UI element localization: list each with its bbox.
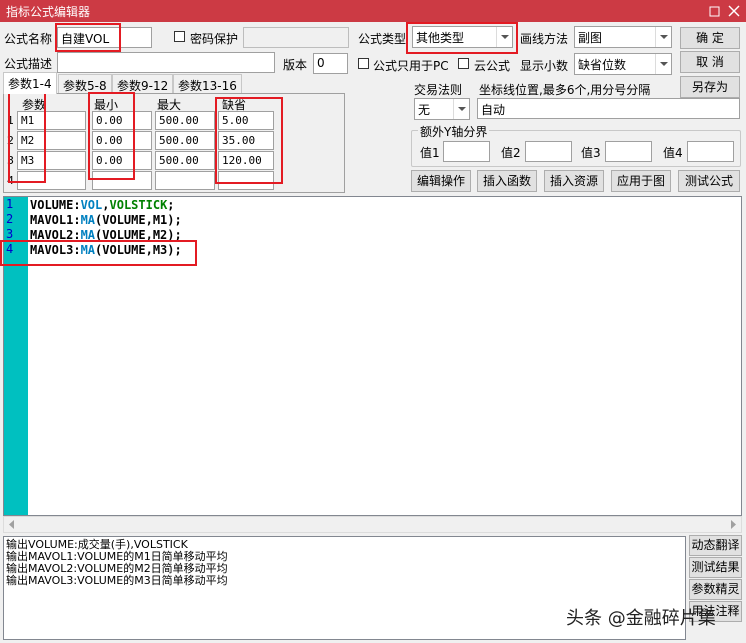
axis-value-label: 值3 [581,146,601,160]
pc-only-label: 公式只用于PC [373,59,449,73]
param-wizard-button[interactable]: 参数精灵 [689,579,742,600]
axis-value-2-input[interactable] [525,141,572,162]
save-as-button[interactable]: 另存为 [680,76,740,98]
close-icon[interactable] [726,3,742,19]
cloud-formula-label: 云公式 [474,59,511,73]
test-formula-button[interactable]: 测试公式 [678,170,740,192]
horizontal-scrollbar[interactable] [3,516,742,533]
output-line: 输出MAVOL3:VOLUME的M3日简单移动平均 [6,574,228,587]
formula-desc-input[interactable] [57,52,275,73]
code-token: ; [167,198,175,212]
version-input[interactable]: 0 [313,53,348,74]
decimal-select[interactable]: 缺省位数 [574,53,672,75]
highlight-box-param-min [88,92,135,180]
insert-function-button[interactable]: 插入函数 [477,170,537,192]
password-checkbox[interactable] [174,31,185,42]
code-line: VOLUME:VOL,VOLSTICK; [30,198,182,213]
extra-y-axis-title: 额外Y轴分界 [418,123,490,140]
pc-only-checkbox[interactable] [358,58,369,69]
highlight-box-name [55,23,121,52]
line-number: 2 [6,212,14,226]
tab-params-5-8[interactable]: 参数5-8 [58,74,112,94]
formula-type-label: 公式类型 [358,32,407,46]
cloud-formula-checkbox[interactable] [458,58,469,69]
chevron-down-icon [655,54,671,74]
code-line: MAVOL1:MA(VOLUME,M1); [30,213,182,228]
draw-method-label: 画线方法 [520,32,569,46]
highlight-box-type [406,22,518,54]
decimal-label: 显示小数 [520,59,569,73]
code-token: , [102,198,110,212]
draw-method-select[interactable]: 副图 [574,26,672,48]
highlight-box-param-default [215,97,283,184]
watermark-text: 头条 @金融碎片集 [566,608,716,629]
param-max-input[interactable]: 500.00 [155,111,215,130]
tab-params-13-16[interactable]: 参数13-16 [173,74,242,94]
axis-value-label: 值2 [501,146,521,160]
code-token: VOLSTICK [109,198,168,212]
axis-value-4-input[interactable] [687,141,734,162]
highlight-box-param-names [8,92,46,183]
line-number: 1 [6,197,14,211]
formula-desc-label: 公式描述 [4,57,53,71]
trade-rule-value: 无 [418,103,431,117]
code-token: MA [80,213,96,227]
password-label: 密码保护 [190,32,239,46]
coord-line-label: 坐标线位置,最多6个,用分号分隔 [479,83,651,97]
restore-icon[interactable] [706,3,722,19]
chevron-down-icon [655,27,671,47]
coord-line-input[interactable]: 自动 [477,98,740,119]
code-token: MAVOL1: [30,213,81,227]
trade-rule-label: 交易法则 [414,83,463,97]
window-title: 指标公式编辑器 [6,5,91,19]
edit-ops-button[interactable]: 编辑操作 [411,170,471,192]
version-label: 版本 [283,58,308,72]
tab-params-9-12[interactable]: 参数9-12 [112,74,174,94]
scroll-left-icon [9,520,14,529]
tab-params-1-4[interactable]: 参数1-4 [3,72,57,94]
formula-name-label: 公式名称 [4,32,53,46]
param-max-input[interactable]: 500.00 [155,151,215,170]
axis-value-label: 值4 [663,146,683,160]
axis-value-label: 值1 [420,146,440,160]
code-token: (VOLUME,M1); [95,213,182,227]
code-token: VOLUME: [30,198,81,212]
title-bar: 指标公式编辑器 [0,0,746,22]
password-input[interactable] [243,27,349,48]
scroll-right-icon [731,520,736,529]
dynamic-translate-button[interactable]: 动态翻译 [689,535,742,556]
insert-resource-button[interactable]: 插入资源 [544,170,604,192]
chevron-down-icon [453,99,469,119]
ok-button[interactable]: 确 定 [680,27,740,49]
param-max-input[interactable] [155,171,215,190]
trade-rule-select[interactable]: 无 [414,98,470,120]
code-token: VOL [80,198,103,212]
cancel-button[interactable]: 取 消 [680,51,740,73]
param-max-input[interactable]: 500.00 [155,131,215,150]
highlight-box-code-line4 [0,240,197,266]
apply-to-chart-button[interactable]: 应用于图 [611,170,671,192]
draw-method-value: 副图 [578,31,603,45]
axis-value-3-input[interactable] [605,141,652,162]
axis-value-1-input[interactable] [443,141,490,162]
test-result-button[interactable]: 测试结果 [689,557,742,578]
decimal-value: 缺省位数 [578,58,627,72]
